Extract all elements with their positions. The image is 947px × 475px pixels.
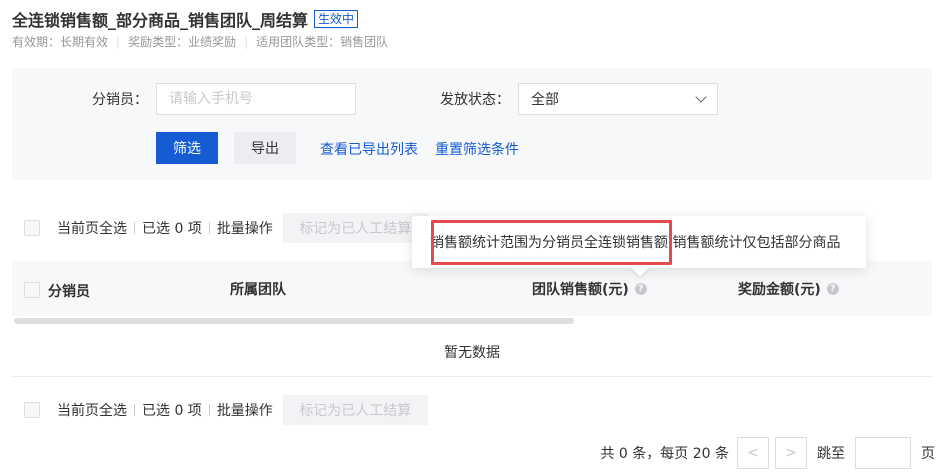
meta-separator: | — [116, 34, 121, 49]
filter-panel: 分销员： 发放状态： 全部 筛选 导出 查看已导出列表 重置筛选条件 — [12, 68, 932, 180]
selected-count: 已选 0 项 — [142, 403, 202, 419]
column-reward-amount-label: 奖励金额(元) — [738, 282, 821, 298]
prev-page-button[interactable]: < — [737, 437, 769, 469]
select-all-checkbox[interactable] — [24, 402, 40, 418]
table-bottom-divider — [12, 376, 932, 377]
jump-page-input[interactable] — [855, 437, 911, 469]
highlight-box — [431, 220, 672, 265]
column-reward-amount: 奖励金额(元) ? — [738, 279, 839, 299]
horizontal-scrollbar[interactable] — [14, 318, 574, 324]
tooltip-rest-text: 销售额统计仅包括部分商品 — [672, 235, 841, 251]
select-all-checkbox[interactable] — [24, 220, 40, 236]
divider — [208, 404, 210, 416]
divider — [208, 222, 210, 234]
meta-separator: | — [244, 34, 249, 49]
column-team-label: 所属团队 — [230, 282, 286, 298]
column-distributor-label: 分销员 — [48, 284, 90, 300]
view-exported-link[interactable]: 查看已导出列表 — [320, 139, 418, 159]
batch-bar-bottom: 当前页全选 已选 0 项 批量操作 标记为已人工结算 — [24, 395, 428, 425]
meta-reward-type: 奖励类型：业绩奖励 — [128, 35, 237, 49]
empty-state: 暂无数据 — [444, 345, 500, 361]
batch-ops-label: 批量操作 — [216, 403, 273, 419]
column-team-sales-label: 团队销售额(元) — [532, 282, 629, 298]
batch-bar-top: 当前页全选 已选 0 项 批量操作 标记为已人工结算 — [24, 213, 428, 243]
select-page-label: 当前页全选 — [57, 221, 127, 237]
batch-ops-label: 批量操作 — [216, 221, 273, 237]
meta-info: 有效期：长期有效 | 奖励类型：业绩奖励 | 适用团队类型：销售团队 — [12, 33, 388, 50]
status-select[interactable]: 全部 — [518, 83, 718, 115]
selected-count: 已选 0 项 — [142, 221, 202, 237]
status-badge: 生效中 — [314, 10, 359, 28]
column-distributor: 分销员 — [48, 281, 90, 301]
reset-filter-link[interactable]: 重置筛选条件 — [435, 139, 519, 159]
filter-button[interactable]: 筛选 — [156, 132, 218, 164]
meta-validity: 有效期：长期有效 — [12, 35, 109, 49]
export-button[interactable]: 导出 — [234, 132, 296, 164]
divider — [134, 222, 135, 234]
page-unit-label: 页 — [921, 446, 935, 462]
column-team: 所属团队 — [230, 279, 286, 299]
select-page-label: 当前页全选 — [57, 403, 127, 419]
title-row: 全连锁销售额_部分商品_销售团队_周结算 生效中 — [12, 7, 359, 31]
meta-team-type: 适用团队类型：销售团队 — [256, 35, 389, 49]
jump-label: 跳至 — [817, 446, 845, 462]
pagination: 共 0 条，每页 20 条 < > 跳至 页 — [600, 437, 935, 469]
mark-settled-button[interactable]: 标记为已人工结算 — [282, 213, 428, 243]
header-checkbox[interactable] — [24, 282, 40, 298]
chevron-down-icon — [695, 91, 707, 103]
column-team-sales: 团队销售额(元) ? — [532, 279, 647, 299]
mark-settled-button[interactable]: 标记为已人工结算 — [282, 395, 428, 425]
question-icon[interactable]: ? — [826, 283, 839, 295]
pagination-summary: 共 0 条，每页 20 条 — [600, 446, 729, 462]
distributor-label: 分销员： — [92, 92, 148, 108]
status-select-value: 全部 — [531, 92, 559, 108]
page-title: 全连锁销售额_部分商品_销售团队_周结算 — [12, 11, 309, 30]
question-icon[interactable]: ? — [634, 283, 647, 295]
table-header: 分销员 所属团队 团队销售额(元) ? 奖励金额(元) ? — [12, 261, 932, 316]
next-page-button[interactable]: > — [775, 437, 807, 469]
status-label: 发放状态： — [440, 92, 510, 108]
divider — [134, 404, 135, 416]
distributor-phone-input[interactable] — [156, 83, 356, 115]
